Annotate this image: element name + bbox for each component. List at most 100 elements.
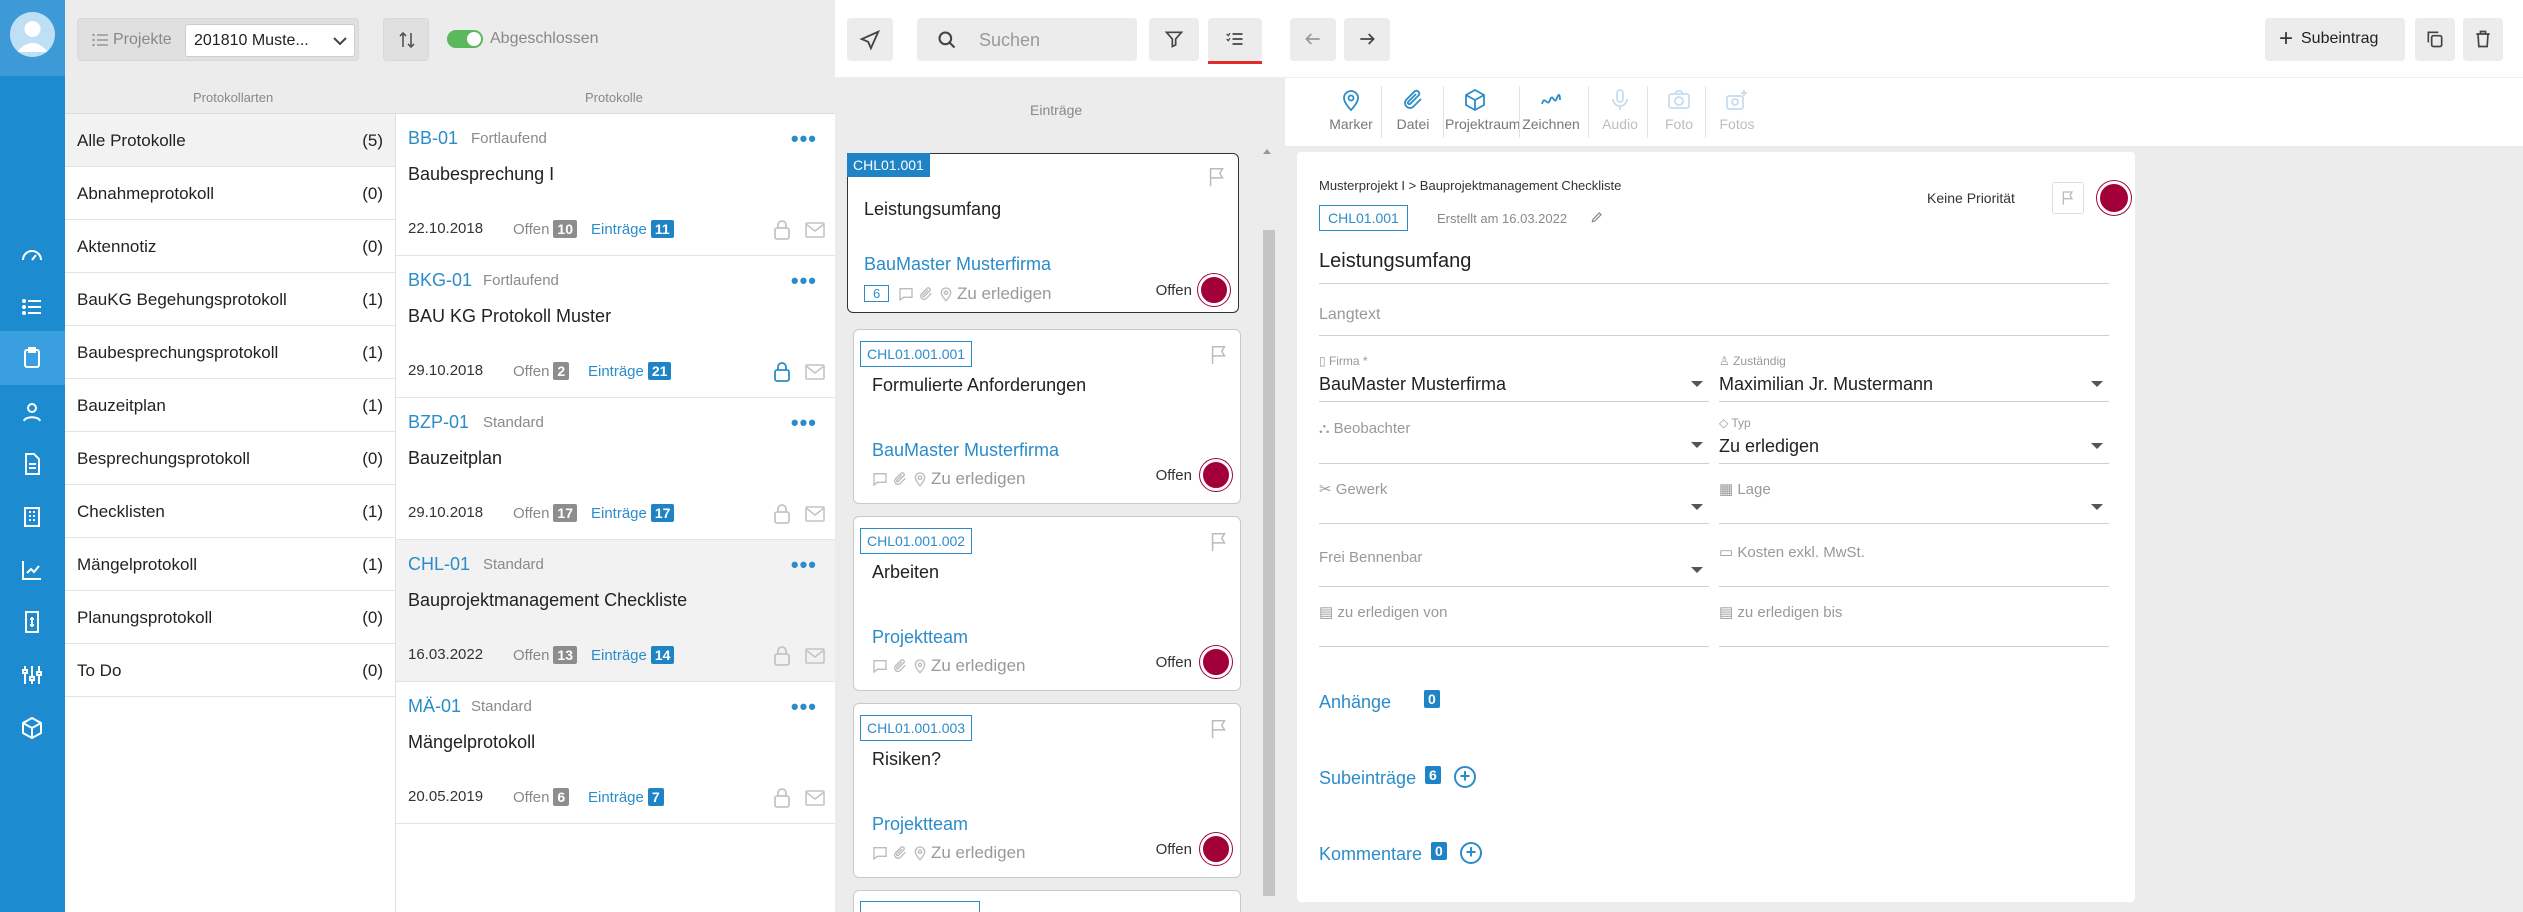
- category-item[interactable]: Alle Protokolle (5): [65, 114, 395, 167]
- send-button[interactable]: [847, 18, 893, 61]
- tab-zeichnen[interactable]: Zeichnen: [1521, 88, 1581, 132]
- copy-button[interactable]: [2415, 18, 2455, 61]
- pencil-icon[interactable]: [1590, 210, 1604, 224]
- entries-count[interactable]: Einträge 14: [591, 646, 675, 664]
- status-dot[interactable]: [1200, 646, 1232, 678]
- protocol-item[interactable]: MÄ-01 Standard ••• Mängelprotokoll 20.05.201…: [396, 682, 835, 824]
- protocol-item[interactable]: CHL-01 Standard ••• Bauprojektmanagement Ch…: [396, 540, 835, 682]
- completed-toggle[interactable]: [447, 30, 483, 48]
- search-input[interactable]: Suchen: [917, 18, 1137, 61]
- list-view-button[interactable]: [1208, 18, 1262, 61]
- more-options-icon[interactable]: •••: [791, 694, 817, 720]
- clipboard-icon[interactable]: [0, 331, 65, 385]
- trade-select[interactable]: ✂ Gewerk: [1319, 474, 1709, 524]
- category-item[interactable]: Aktennotiz (0): [65, 220, 395, 273]
- dashboard-icon[interactable]: [20, 243, 44, 267]
- title-field[interactable]: Leistungsumfang: [1319, 242, 2109, 284]
- lock-icon[interactable]: [773, 646, 791, 666]
- responsible-select[interactable]: ♙ Zuständig Maximilian Jr. Mustermann: [1719, 352, 2109, 402]
- category-item[interactable]: Baubesprechungsprotokoll (1): [65, 326, 395, 379]
- mail-icon[interactable]: [805, 506, 825, 522]
- status-dot[interactable]: [1200, 459, 1232, 491]
- filter-button[interactable]: [1149, 18, 1199, 61]
- category-item[interactable]: Abnahmeprotokoll (0): [65, 167, 395, 220]
- entry-card[interactable]: CHL01.001.003 Risiken? Projektteam Zu erled…: [853, 703, 1241, 878]
- priority-flag-button[interactable]: [2052, 182, 2084, 214]
- entry-card[interactable]: CHL01.001.001 Formulierte Anforderungen Ba…: [853, 329, 1241, 504]
- entries-count[interactable]: Einträge 11: [591, 220, 674, 238]
- location-select[interactable]: ▦ Lage: [1719, 474, 2109, 524]
- cube-icon[interactable]: [20, 716, 44, 740]
- add-subentry-button[interactable]: + Subeintrag: [2265, 18, 2405, 61]
- project-dropdown[interactable]: 201810 Muste...: [185, 24, 355, 57]
- entry-card[interactable]: CHL01.001 Leistungsumfang BauMaster Muster…: [847, 153, 1239, 313]
- mail-icon[interactable]: [805, 648, 825, 664]
- category-item[interactable]: Mängelprotokoll (1): [65, 538, 395, 591]
- cost-field[interactable]: ▭ Kosten exkl. MwSt.: [1719, 537, 2109, 587]
- flag-icon[interactable]: [1208, 718, 1230, 740]
- due-from-field[interactable]: ▤ zu erledigen von: [1319, 597, 1709, 647]
- status-dot[interactable]: [1198, 274, 1230, 306]
- free-field-select[interactable]: Frei Bennenbar: [1319, 537, 1709, 587]
- comments-link[interactable]: Kommentare: [1319, 844, 1422, 865]
- type-select[interactable]: ◇ Typ Zu erledigen: [1719, 414, 2109, 464]
- lock-icon[interactable]: [773, 220, 791, 240]
- delete-button[interactable]: [2463, 18, 2503, 61]
- scrollbar[interactable]: [1263, 230, 1275, 896]
- category-item[interactable]: Planungsprotokoll (0): [65, 591, 395, 644]
- more-options-icon[interactable]: •••: [791, 552, 817, 578]
- mail-icon[interactable]: [805, 364, 825, 380]
- firm-select[interactable]: ▯ Firma * BauMaster Musterfirma: [1319, 352, 1709, 402]
- lock-icon[interactable]: [773, 504, 791, 524]
- avatar[interactable]: [10, 12, 55, 57]
- tab-fotos[interactable]: Fotos: [1707, 88, 1767, 132]
- add-comment-icon[interactable]: +: [1460, 842, 1482, 864]
- document-icon[interactable]: [20, 452, 44, 476]
- entry-card[interactable]: CHL01.001.002 Arbeiten Projektteam Zu erled…: [853, 516, 1241, 691]
- longtext-field[interactable]: Langtext: [1319, 294, 2109, 336]
- more-options-icon[interactable]: •••: [791, 410, 817, 436]
- lock-icon[interactable]: [773, 362, 791, 382]
- protocol-item[interactable]: BZP-01 Standard ••• Bauzeitplan 29.10.2018 Of…: [396, 398, 835, 540]
- back-button[interactable]: [1290, 18, 1336, 61]
- subentries-link[interactable]: Subeinträge: [1319, 768, 1416, 789]
- status-indicator[interactable]: [2097, 181, 2131, 215]
- mail-icon[interactable]: [805, 222, 825, 238]
- entries-count[interactable]: Einträge 7: [588, 788, 664, 806]
- observer-select[interactable]: ⛬ Beobachter: [1319, 414, 1709, 464]
- category-item[interactable]: Besprechungsprotokoll (0): [65, 432, 395, 485]
- flag-icon[interactable]: [1208, 531, 1230, 553]
- status-dot[interactable]: [1200, 833, 1232, 865]
- entries-count[interactable]: Einträge 21: [588, 362, 672, 380]
- chart-icon[interactable]: [20, 558, 44, 582]
- tab-foto[interactable]: Foto: [1649, 88, 1709, 132]
- category-item[interactable]: Checklisten (1): [65, 485, 395, 538]
- list-icon[interactable]: [20, 295, 44, 319]
- forward-button[interactable]: [1344, 18, 1390, 61]
- protocol-item[interactable]: BKG-01 Fortlaufend ••• BAU KG Protokoll Mus…: [396, 256, 835, 398]
- invoice-icon[interactable]: [20, 610, 44, 634]
- more-options-icon[interactable]: •••: [791, 126, 817, 152]
- flag-icon[interactable]: [1208, 344, 1230, 366]
- lock-icon[interactable]: [773, 788, 791, 808]
- category-item[interactable]: To Do (0): [65, 644, 395, 697]
- user-icon[interactable]: [20, 400, 44, 424]
- entries-count[interactable]: Einträge 17: [591, 504, 675, 522]
- category-item[interactable]: BauKG Begehungsprotokoll (1): [65, 273, 395, 326]
- sort-button[interactable]: [383, 18, 429, 61]
- category-item[interactable]: Bauzeitplan (1): [65, 379, 395, 432]
- due-until-field[interactable]: ▤ zu erledigen bis: [1719, 597, 2109, 647]
- scroll-up-arrow[interactable]: [1263, 149, 1271, 154]
- project-selector[interactable]: Projekte 201810 Muste...: [77, 18, 359, 61]
- protocol-item[interactable]: BB-01 Fortlaufend ••• Baubesprechung I 22.10…: [396, 114, 835, 256]
- tab-projektraum[interactable]: Projektraum: [1445, 88, 1520, 132]
- tab-datei[interactable]: Datei: [1383, 88, 1443, 132]
- mail-icon[interactable]: [805, 790, 825, 806]
- settings-sliders-icon[interactable]: [20, 663, 44, 687]
- entry-card[interactable]: [853, 890, 1241, 912]
- building-icon[interactable]: [20, 505, 44, 529]
- tab-audio[interactable]: Audio: [1590, 88, 1650, 132]
- add-subentry-icon[interactable]: +: [1454, 766, 1476, 788]
- tab-marker[interactable]: Marker: [1321, 88, 1381, 132]
- flag-icon[interactable]: [1206, 166, 1228, 188]
